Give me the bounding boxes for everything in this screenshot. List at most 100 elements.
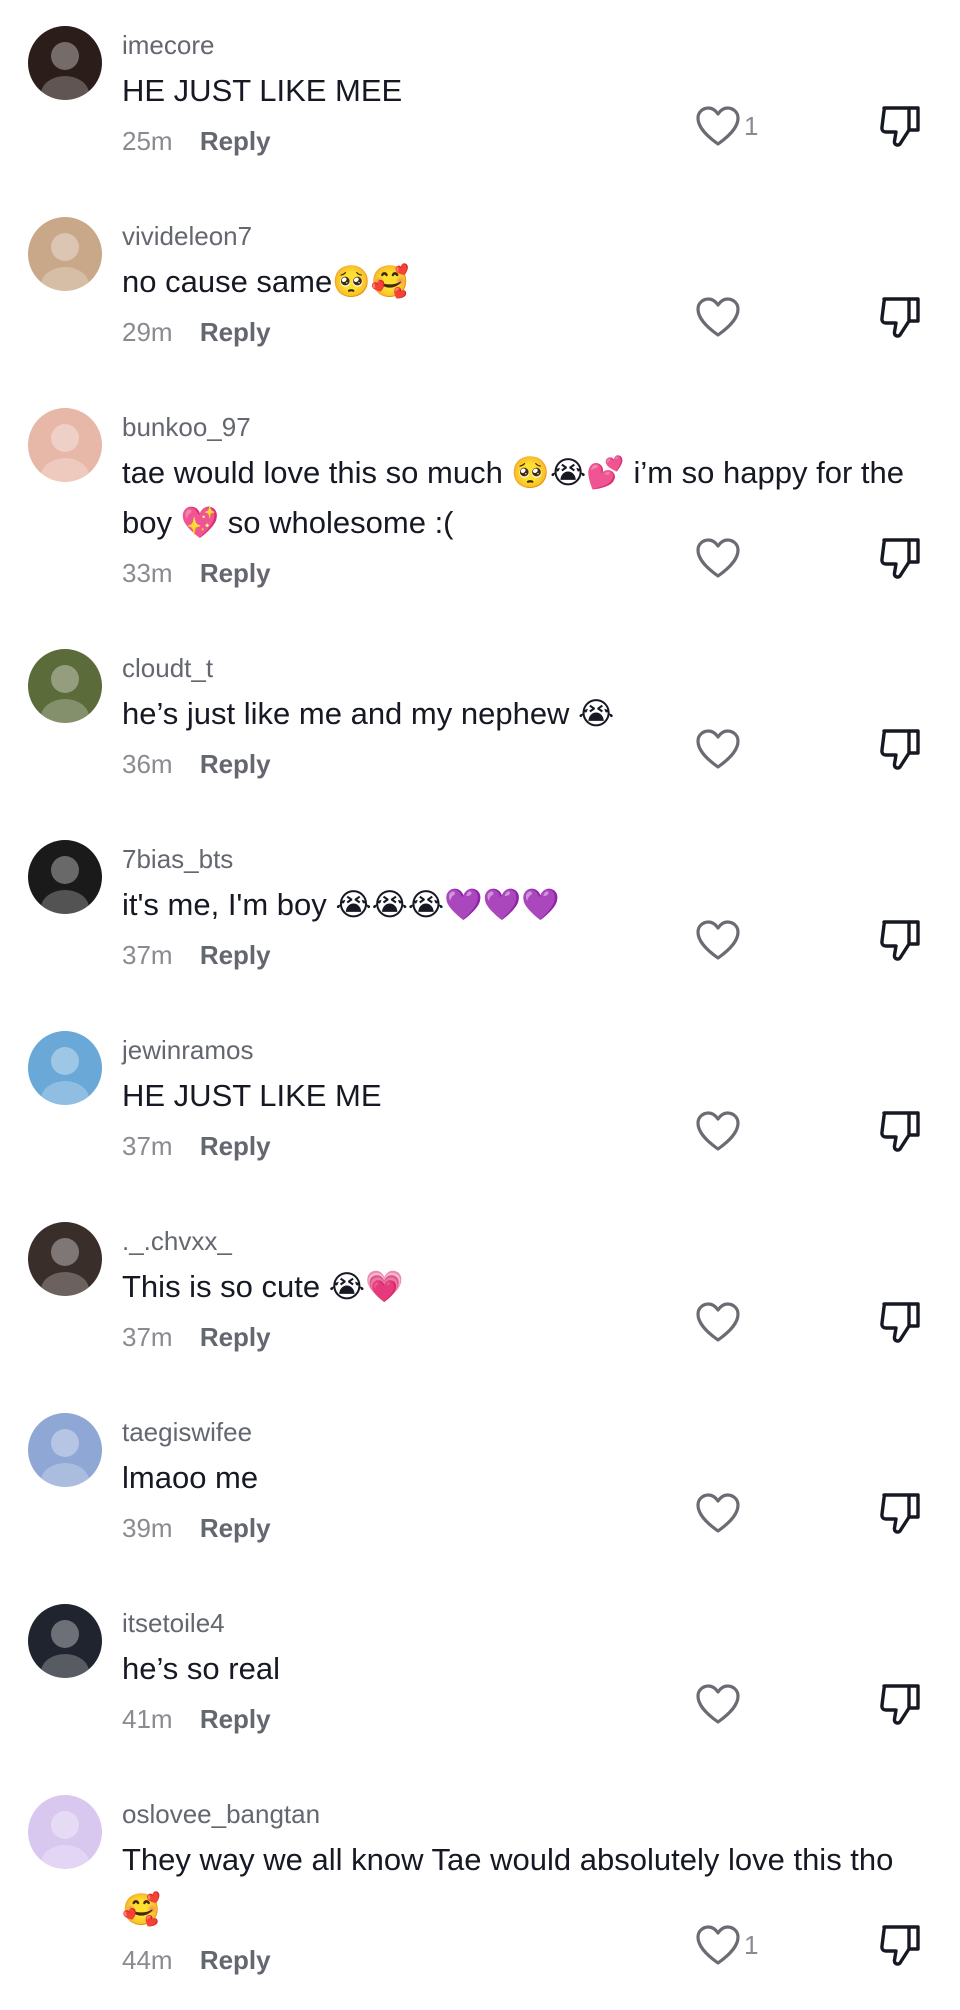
like-button[interactable]	[694, 1109, 744, 1153]
dislike-button[interactable]	[878, 102, 924, 155]
comment-time: 33m	[122, 558, 173, 588]
comment-actions: 1	[694, 98, 924, 158]
dislike-button[interactable]	[878, 725, 924, 778]
comment-body: oslovee_bangtan They way we all know Tae…	[122, 1797, 924, 1977]
comment-list: imecore HE JUST LIKE MEE 25m Reply 1 viv…	[0, 0, 960, 2010]
like-count: 1	[744, 110, 759, 141]
like-button[interactable]: 1	[694, 1923, 758, 1967]
comment-time: 37m	[122, 1322, 173, 1352]
like-button[interactable]	[694, 727, 744, 771]
reply-button[interactable]: Reply	[200, 317, 271, 347]
reply-button[interactable]: Reply	[200, 940, 271, 970]
dislike-button[interactable]	[878, 916, 924, 969]
comment-actions	[694, 721, 924, 781]
heart-icon	[696, 729, 740, 769]
dislike-button[interactable]	[878, 534, 924, 587]
reply-button[interactable]: Reply	[200, 749, 271, 779]
avatar[interactable]	[28, 840, 102, 914]
thumbs-down-icon	[880, 1111, 920, 1152]
comment-username[interactable]: 7bias_bts	[122, 842, 924, 876]
heart-icon	[696, 1925, 740, 1965]
like-count: 1	[744, 1929, 759, 1960]
reply-button[interactable]: Reply	[200, 558, 271, 588]
comment-actions: 1	[694, 1917, 924, 1977]
heart-icon	[696, 1493, 740, 1533]
reply-button[interactable]: Reply	[200, 126, 271, 156]
comment-username[interactable]: itsetoile4	[122, 1606, 924, 1640]
dislike-button[interactable]	[878, 1680, 924, 1733]
comment-time: 37m	[122, 940, 173, 970]
thumbs-down-icon	[880, 920, 920, 961]
comment-time: 37m	[122, 1131, 173, 1161]
dislike-button[interactable]	[878, 293, 924, 346]
avatar[interactable]	[28, 649, 102, 723]
thumbs-down-icon	[880, 1302, 920, 1343]
avatar-image	[28, 840, 102, 914]
comment-time: 36m	[122, 749, 173, 779]
thumbs-down-icon	[880, 1684, 920, 1725]
like-button[interactable]	[694, 1491, 744, 1535]
avatar-image	[28, 649, 102, 723]
avatar-image	[28, 217, 102, 291]
heart-icon	[696, 297, 740, 337]
avatar-image	[28, 1795, 102, 1869]
like-button[interactable]: 1	[694, 104, 758, 148]
reply-button[interactable]: Reply	[200, 1131, 271, 1161]
like-button[interactable]	[694, 1300, 744, 1344]
like-button[interactable]	[694, 1682, 744, 1726]
comment-item: oslovee_bangtan They way we all know Tae…	[0, 1769, 960, 2010]
dislike-button[interactable]	[878, 1489, 924, 1542]
avatar[interactable]	[28, 1604, 102, 1678]
thumbs-down-icon	[880, 538, 920, 579]
reply-button[interactable]: Reply	[200, 1322, 271, 1352]
dislike-button[interactable]	[878, 1921, 924, 1974]
like-button[interactable]	[694, 918, 744, 962]
like-button[interactable]	[694, 295, 744, 339]
thumbs-down-icon	[880, 1925, 920, 1966]
avatar[interactable]	[28, 1795, 102, 1869]
comment-username[interactable]: oslovee_bangtan	[122, 1797, 924, 1831]
comment-item: ._.chvxx_ This is so cute 😭💗 37m Reply	[0, 1196, 960, 1387]
comment-body: bunkoo_97 tae would love this so much 🥺😭…	[122, 410, 924, 590]
comment-username[interactable]: ._.chvxx_	[122, 1224, 924, 1258]
comment-item: cloudt_t he’s just like me and my nephew…	[0, 623, 960, 814]
heart-icon	[696, 1302, 740, 1342]
heart-icon	[696, 538, 740, 578]
avatar-image	[28, 1413, 102, 1487]
avatar[interactable]	[28, 26, 102, 100]
dislike-button[interactable]	[878, 1298, 924, 1351]
comment-username[interactable]: cloudt_t	[122, 651, 924, 685]
comment-body: 7bias_bts it's me, I'm boy 😭😭😭💜💜💜 37m Re…	[122, 842, 924, 972]
avatar[interactable]	[28, 1413, 102, 1487]
avatar[interactable]	[28, 408, 102, 482]
thumbs-down-icon	[880, 1493, 920, 1534]
comment-time: 44m	[122, 1945, 173, 1975]
comment-item: vivideleon7 no cause same🥺🥰 29m Reply	[0, 191, 960, 382]
dislike-button[interactable]	[878, 1107, 924, 1160]
comment-username[interactable]: jewinramos	[122, 1033, 924, 1067]
comment-username[interactable]: taegiswifee	[122, 1415, 924, 1449]
comment-time: 25m	[122, 126, 173, 156]
comment-item: taegiswifee lmaoo me 39m Reply	[0, 1387, 960, 1578]
comment-actions	[694, 912, 924, 972]
comment-actions	[694, 289, 924, 349]
reply-button[interactable]: Reply	[200, 1945, 271, 1975]
reply-button[interactable]: Reply	[200, 1704, 271, 1734]
comment-time: 41m	[122, 1704, 173, 1734]
comment-username[interactable]: bunkoo_97	[122, 410, 924, 444]
comment-item: 7bias_bts it's me, I'm boy 😭😭😭💜💜💜 37m Re…	[0, 814, 960, 1005]
comment-actions	[694, 1676, 924, 1736]
avatar[interactable]	[28, 1222, 102, 1296]
avatar[interactable]	[28, 1031, 102, 1105]
comment-body: ._.chvxx_ This is so cute 😭💗 37m Reply	[122, 1224, 924, 1354]
comment-username[interactable]: vivideleon7	[122, 219, 924, 253]
avatar[interactable]	[28, 217, 102, 291]
comment-body: taegiswifee lmaoo me 39m Reply	[122, 1415, 924, 1545]
comment-body: vivideleon7 no cause same🥺🥰 29m Reply	[122, 219, 924, 349]
comment-username[interactable]: imecore	[122, 28, 924, 62]
like-button[interactable]	[694, 536, 744, 580]
reply-button[interactable]: Reply	[200, 1513, 271, 1543]
avatar-image	[28, 1222, 102, 1296]
comment-item: bunkoo_97 tae would love this so much 🥺😭…	[0, 382, 960, 623]
comment-actions	[694, 1485, 924, 1545]
